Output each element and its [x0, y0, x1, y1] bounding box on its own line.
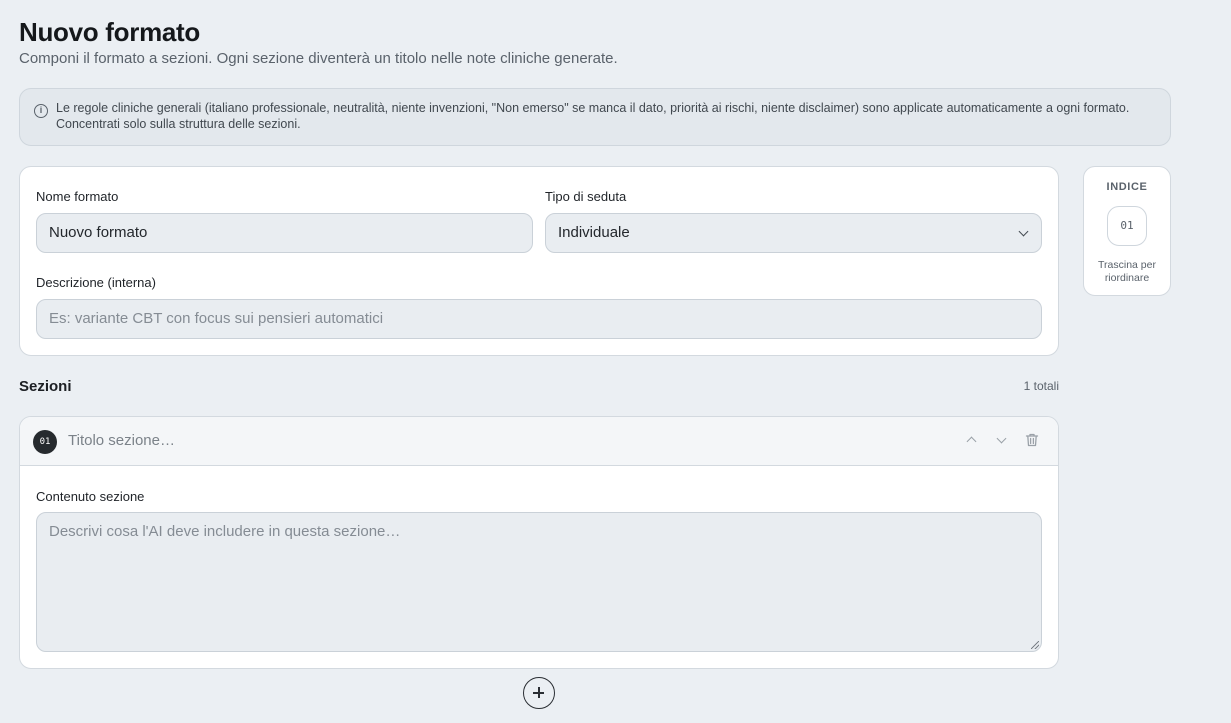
info-banner: i Le regole cliniche generali (italiano …: [19, 88, 1171, 146]
resize-handle-icon[interactable]: [1031, 641, 1039, 649]
section-number-badge: 01: [33, 430, 57, 454]
section-title-input[interactable]: Titolo sezione…: [68, 432, 175, 449]
session-type-select[interactable]: Individuale: [545, 213, 1042, 253]
format-name-input[interactable]: Nuovo formato: [36, 213, 533, 253]
section-content-textarea[interactable]: Descrivi cosa l'AI deve includere in que…: [36, 512, 1042, 652]
format-name-label: Nome formato: [36, 189, 119, 204]
info-text-line2: Concentrati solo sulla struttura delle s…: [56, 117, 301, 131]
index-panel: INDICE 01 Trascina per riordinare: [1083, 166, 1171, 296]
session-type-value: Individuale: [558, 224, 630, 241]
section-content-label: Contenuto sezione: [36, 489, 145, 504]
info-text-line1: Le regole cliniche generali (italiano pr…: [56, 101, 1130, 115]
page: Nuovo formato Componi il formato a sezio…: [0, 0, 1231, 723]
section-header: 01 Titolo sezione…: [20, 417, 1058, 466]
session-type-label: Tipo di seduta: [545, 189, 627, 204]
section-card: 01 Titolo sezione… Contenuto sezione Des…: [19, 416, 1059, 669]
sections-count: 1 totali: [1023, 379, 1059, 393]
index-title: INDICE: [1106, 181, 1148, 193]
index-item-01[interactable]: 01: [1107, 206, 1147, 246]
section-content-placeholder: Descrivi cosa l'AI deve includere in que…: [49, 523, 401, 540]
add-section-button[interactable]: [523, 677, 555, 709]
trash-icon[interactable]: [1024, 432, 1042, 450]
page-title: Nuovo formato: [19, 17, 200, 47]
chevron-down-icon: [1018, 226, 1029, 237]
sections-heading: Sezioni: [19, 378, 72, 395]
move-up-icon[interactable]: [963, 432, 981, 450]
page-subtitle: Componi il formato a sezioni. Ogni sezio…: [19, 50, 618, 67]
move-down-icon[interactable]: [993, 432, 1011, 450]
description-input[interactable]: Es: variante CBT con focus sui pensieri …: [36, 299, 1042, 339]
info-icon: i: [34, 104, 48, 118]
description-label: Descrizione (interna): [36, 275, 156, 290]
index-hint: Trascina per riordinare: [1098, 259, 1156, 284]
format-details-card: Nome formato Nuovo formato Tipo di sedut…: [19, 166, 1059, 356]
